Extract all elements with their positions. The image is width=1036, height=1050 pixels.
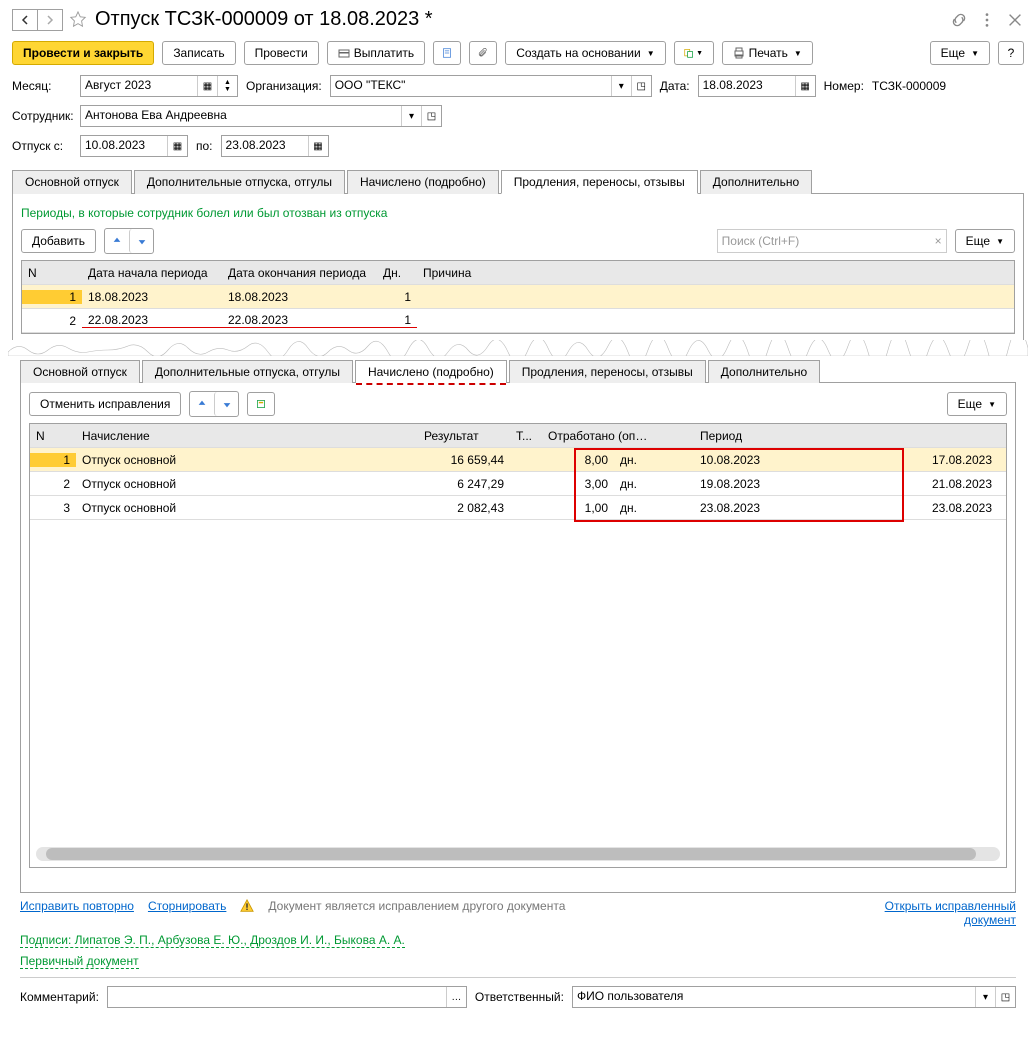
- tab-additional-2[interactable]: Дополнительные отпуска, отгулы: [142, 360, 353, 383]
- move-up-icon[interactable]: [105, 229, 129, 253]
- more-button-3[interactable]: Еще▼: [947, 392, 1007, 416]
- cancel-corrections-button[interactable]: Отменить исправления: [29, 392, 181, 416]
- org-input[interactable]: ООО "ТЕКС"▾◳: [330, 75, 652, 97]
- open-icon[interactable]: ◳: [995, 987, 1015, 1007]
- add-button[interactable]: Добавить: [21, 229, 96, 253]
- save-button[interactable]: Записать: [162, 41, 235, 65]
- num-value: ТСЗК-000009: [872, 79, 946, 93]
- to-label: по:: [196, 139, 213, 153]
- close-icon[interactable]: [1006, 11, 1024, 29]
- primary-doc-link[interactable]: Первичный документ: [20, 954, 139, 969]
- post-button[interactable]: Провести: [244, 41, 319, 65]
- more-button-2[interactable]: Еще▼: [955, 229, 1015, 253]
- from-label: Отпуск с:: [12, 139, 72, 153]
- ellipsis-icon[interactable]: …: [446, 987, 466, 1007]
- nav-forward-button[interactable]: [37, 9, 63, 31]
- responsible-input[interactable]: ФИО пользователя▾◳: [572, 986, 1016, 1008]
- col-end: Дата окончания периода: [222, 266, 377, 280]
- tab-main-vacation-2[interactable]: Основной отпуск: [20, 360, 140, 383]
- comment-input[interactable]: …: [107, 986, 467, 1008]
- move-down-icon[interactable]: [129, 229, 153, 253]
- responsible-label: Ответственный:: [475, 990, 564, 1004]
- spinner-icon[interactable]: ▲▼: [217, 76, 237, 96]
- search-input[interactable]: Поиск (Ctrl+F)×: [717, 229, 947, 253]
- post-close-button[interactable]: Провести и закрыть: [12, 41, 154, 65]
- open-icon[interactable]: ◳: [421, 106, 441, 126]
- print-button[interactable]: Печать▼: [722, 41, 813, 65]
- tab-main-vacation[interactable]: Основной отпуск: [12, 170, 132, 194]
- to-input[interactable]: 23.08.2023▦: [221, 135, 329, 157]
- tab-additional[interactable]: Дополнительные отпуска, отгулы: [134, 170, 345, 194]
- document-title: Отпуск ТСЗК-000009 от 18.08.2023 *: [95, 8, 433, 31]
- date-input[interactable]: 18.08.2023▦: [698, 75, 816, 97]
- month-label: Месяц:: [12, 79, 72, 93]
- emp-input[interactable]: Антонова Ева Андреевна▾◳: [80, 105, 442, 127]
- table-row[interactable]: 3 Отпуск основной 2 082,43 1,00 дн. 23.0…: [30, 496, 1006, 520]
- section-message: Периоды, в которые сотрудник болел или б…: [21, 206, 1015, 220]
- move-down-icon[interactable]: [214, 392, 238, 416]
- emp-label: Сотрудник:: [12, 109, 72, 123]
- star-icon[interactable]: [69, 11, 87, 29]
- num-label: Номер:: [824, 79, 864, 93]
- calendar-icon[interactable]: ▦: [795, 76, 815, 96]
- warning-text: Документ является исправлением другого д…: [268, 899, 565, 913]
- more-button-1[interactable]: Еще▼: [930, 41, 990, 65]
- report-icon[interactable]: [433, 41, 461, 65]
- basis-icon[interactable]: ▼: [674, 41, 714, 65]
- col-start: Дата начала периода: [82, 266, 222, 280]
- tab-extensions[interactable]: Продления, переносы, отзывы: [501, 170, 698, 194]
- tab-extensions-2[interactable]: Продления, переносы, отзывы: [509, 360, 706, 383]
- open-fixed-doc-link[interactable]: Открыть исправленный документ: [856, 899, 1016, 927]
- tab-accrued-2[interactable]: Начислено (подробно): [355, 360, 507, 383]
- col-days: Дн.: [377, 266, 417, 280]
- accruals-grid: N Начисление Результат Т... Отработано (…: [29, 423, 1007, 868]
- tab-extra-2[interactable]: Дополнительно: [708, 360, 820, 383]
- horizontal-scrollbar[interactable]: [36, 847, 1000, 861]
- storno-link[interactable]: Сторнировать: [148, 899, 226, 913]
- card-icon[interactable]: [247, 392, 275, 416]
- tabs-1: Основной отпуск Дополнительные отпуска, …: [12, 169, 1024, 194]
- table-row[interactable]: 1 18.08.2023 18.08.2023 1: [22, 285, 1014, 309]
- calendar-icon[interactable]: ▦: [197, 76, 217, 96]
- dropdown-icon[interactable]: ▾: [975, 987, 995, 1007]
- dropdown-icon[interactable]: ▾: [401, 106, 421, 126]
- comment-label: Комментарий:: [20, 990, 99, 1004]
- signatures-link[interactable]: Подписи: Липатов Э. П., Арбузова Е. Ю., …: [20, 933, 405, 948]
- warning-icon: [240, 899, 254, 913]
- tab-extra[interactable]: Дополнительно: [700, 170, 812, 194]
- periods-grid: N Дата начала периода Дата окончания пер…: [21, 260, 1015, 334]
- attach-icon[interactable]: [469, 41, 497, 65]
- open-icon[interactable]: ◳: [631, 76, 651, 96]
- calendar-icon[interactable]: ▦: [308, 136, 328, 156]
- from-input[interactable]: 10.08.2023▦: [80, 135, 188, 157]
- org-label: Организация:: [246, 79, 322, 93]
- date-label: Дата:: [660, 79, 690, 93]
- help-button[interactable]: ?: [998, 41, 1024, 65]
- clear-icon[interactable]: ×: [935, 234, 942, 248]
- nav-back-button[interactable]: [12, 9, 38, 31]
- create-based-button[interactable]: Создать на основании▼: [505, 41, 665, 65]
- table-row[interactable]: 2 Отпуск основной 6 247,29 3,00 дн. 19.0…: [30, 472, 1006, 496]
- tab-accrued[interactable]: Начислено (подробно): [347, 170, 499, 194]
- move-up-icon[interactable]: [190, 392, 214, 416]
- link-icon[interactable]: [950, 11, 968, 29]
- table-row[interactable]: 1 Отпуск основной 16 659,44 8,00 дн. 10.…: [30, 448, 1006, 472]
- month-input[interactable]: Август 2023▦▲▼: [80, 75, 238, 97]
- table-row[interactable]: 2 22.08.2023 22.08.2023 1: [22, 309, 1014, 333]
- torn-edge: [8, 340, 1028, 356]
- calendar-icon[interactable]: ▦: [167, 136, 187, 156]
- tabs-2: Основной отпуск Дополнительные отпуска, …: [20, 359, 1016, 383]
- more-menu-icon[interactable]: [978, 11, 996, 29]
- col-reason: Причина: [417, 266, 1014, 280]
- pay-button[interactable]: Выплатить: [327, 41, 426, 65]
- col-n: N: [22, 266, 82, 280]
- fix-again-link[interactable]: Исправить повторно: [20, 899, 134, 913]
- dropdown-icon[interactable]: ▾: [611, 76, 631, 96]
